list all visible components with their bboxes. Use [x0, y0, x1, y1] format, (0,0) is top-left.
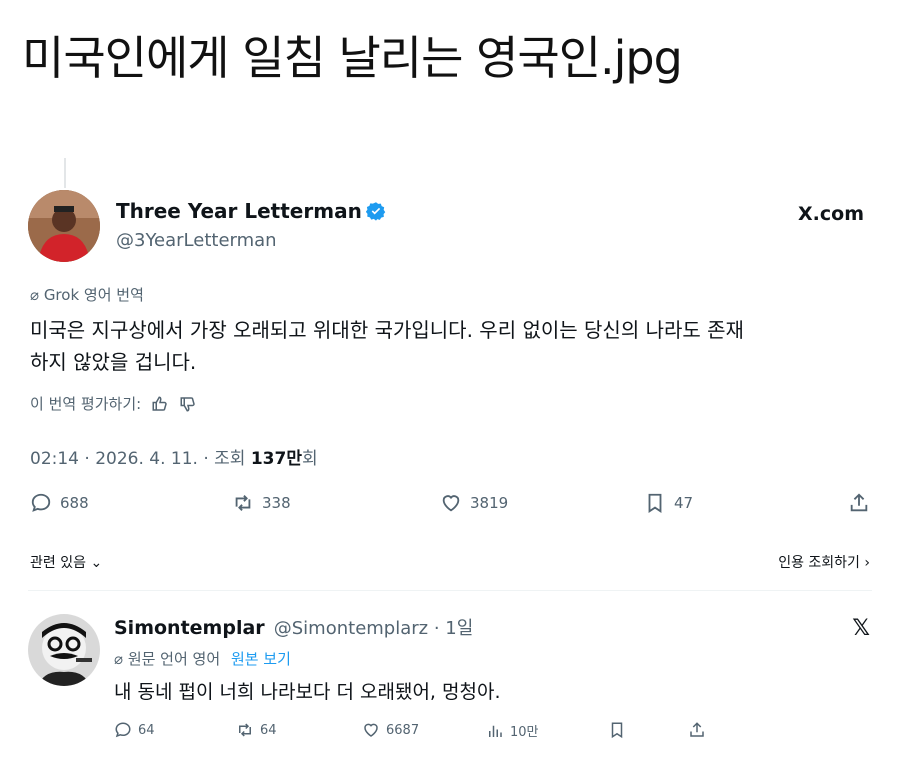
like-icon: [442, 495, 460, 512]
related-dropdown[interactable]: 관련 있음 ⌄: [30, 552, 102, 572]
divider: [28, 590, 872, 591]
reply-retweet-button[interactable]: 64: [236, 721, 277, 739]
x-logo-icon[interactable]: 𝕏: [852, 616, 870, 641]
like-icon: [364, 723, 378, 737]
reply-avatar-image: [28, 614, 100, 686]
reply-display-name[interactable]: Simontemplar: [114, 617, 265, 639]
reply-icon: [115, 722, 131, 738]
grok-translation-label: ⌀ Grok 영어 번역: [30, 286, 144, 304]
show-original-link[interactable]: 원본 보기: [231, 650, 291, 668]
reply-handle-time[interactable]: @Simontemplarz · 1일: [274, 618, 474, 639]
post-title: 미국인에게 일침 날리는 영국인.jpg: [22, 31, 683, 85]
avatar[interactable]: [28, 190, 100, 262]
like-button[interactable]: 3819: [440, 492, 508, 514]
view-count: 137만: [250, 449, 302, 469]
thumbs-down-icon[interactable]: [179, 395, 197, 413]
verified-icon: [365, 202, 386, 221]
retweet-icon: [239, 723, 251, 737]
reply-icon: [31, 493, 51, 512]
thread-line: [64, 158, 66, 188]
reply-views[interactable]: 10만: [486, 721, 539, 740]
chevron-down-icon: ⌄: [90, 555, 103, 571]
thumbs-up-icon[interactable]: [151, 395, 169, 413]
reply-share-button[interactable]: [688, 721, 706, 739]
tweet-author: Three Year Letterman: [116, 199, 386, 223]
view-quotes-link[interactable]: 인용 조회하기 ›: [778, 552, 870, 572]
x-com-source[interactable]: X.com: [798, 203, 864, 225]
share-icon: [850, 493, 868, 512]
grok-icon: ⌀: [114, 650, 124, 668]
reply-like-button[interactable]: 6687: [362, 721, 419, 739]
x-logo-icon: X.com: [798, 203, 864, 225]
handle[interactable]: @3YearLetterman: [116, 230, 277, 251]
grok-icon: ⌀: [30, 286, 40, 304]
share-button[interactable]: [848, 492, 870, 514]
chevron-right-icon: ›: [864, 555, 870, 571]
reply-language-label: ⌀ 원문 언어 영어 원본 보기: [114, 650, 291, 668]
bookmark-icon: [611, 722, 623, 739]
reply-reply-button[interactable]: 64: [114, 721, 155, 739]
bookmark-icon: [648, 493, 662, 513]
display-name[interactable]: Three Year Letterman: [116, 199, 362, 223]
retweet-button[interactable]: 338: [232, 492, 291, 514]
views-icon: [489, 725, 502, 737]
reply-author: Simontemplar @Simontemplarz · 1일: [114, 614, 473, 640]
reply-bookmark-button[interactable]: [608, 721, 626, 739]
tweet-meta: 02:14 · 2026. 4. 11. · 조회 137만회: [30, 449, 318, 469]
reply-avatar[interactable]: [28, 614, 100, 686]
reply-button[interactable]: 688: [30, 492, 89, 514]
reply-text: 내 동네 펍이 너희 나라보다 더 오래됐어, 멍청아.: [114, 681, 501, 703]
rate-translation: 이 번역 평가하기:: [30, 393, 197, 414]
retweet-icon: [235, 495, 251, 511]
share-icon: [690, 722, 704, 737]
avatar-image: [28, 190, 100, 262]
bookmark-button[interactable]: 47: [644, 492, 693, 514]
tweet-text: 미국은 지구상에서 가장 오래되고 위대한 국가입니다. 우리 없이는 당신의 …: [30, 318, 744, 374]
